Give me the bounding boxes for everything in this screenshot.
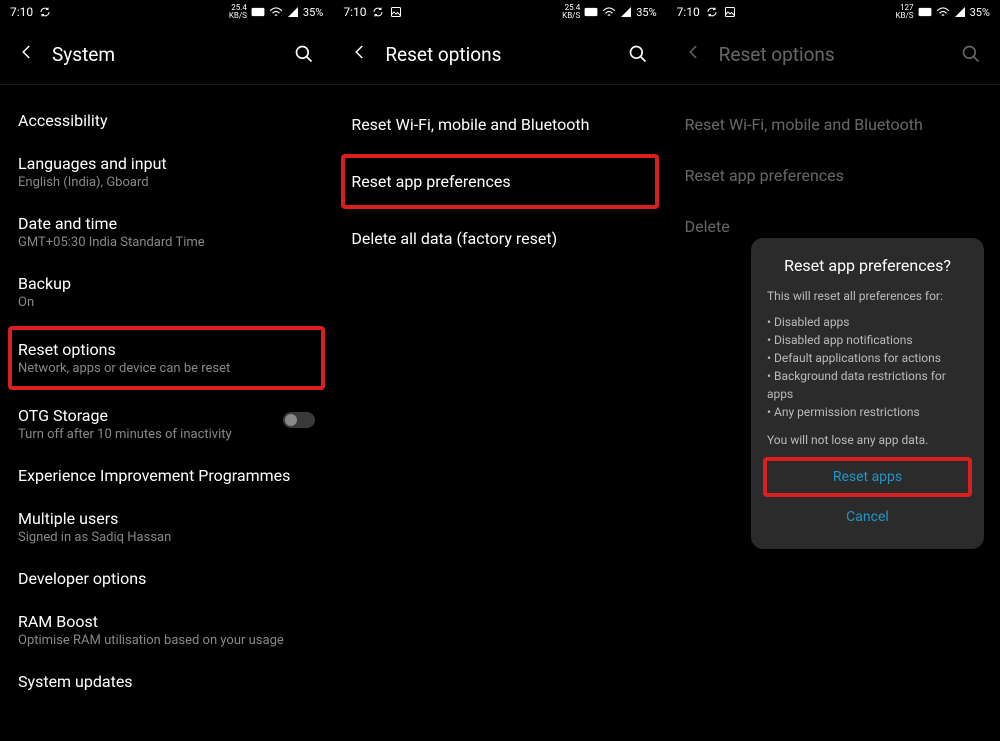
image-icon <box>390 6 402 18</box>
item-reset-wifi[interactable]: Reset Wi-Fi, mobile and Bluetooth <box>351 99 648 150</box>
item-languages-input[interactable]: Languages and input English (India), Gbo… <box>18 142 315 202</box>
status-bar: 7:10 25.4KB/S 35% <box>0 0 333 24</box>
item-subtitle: Optimise RAM utilisation based on your u… <box>18 633 315 648</box>
signal-icon <box>954 6 966 18</box>
search-icon[interactable] <box>293 43 315 65</box>
dialog-bullet-list: Disabled apps Disabled app notifications… <box>767 313 968 421</box>
dialog-note: You will not lose any app data. <box>767 431 968 449</box>
back-icon[interactable] <box>18 43 36 65</box>
item-title: RAM Boost <box>18 612 315 631</box>
wifi-icon <box>602 6 616 18</box>
dialog-bullet: Background data restrictions for apps <box>767 367 968 403</box>
highlight-reset-options: Reset options Network, apps or device ca… <box>8 326 325 390</box>
battery-text: 35% <box>636 6 656 19</box>
item-ram-boost[interactable]: RAM Boost Optimise RAM utilisation based… <box>18 600 315 660</box>
item-subtitle: English (India), Gboard <box>18 175 315 190</box>
highlight-reset-app-prefs: Reset app preferences <box>341 154 658 209</box>
item-developer-options[interactable]: Developer options <box>18 557 315 600</box>
dialog-intro: This will reset all preferences for: <box>767 287 968 305</box>
reset-options-screen: 7:10 25.4KB/S 35% Reset options Reset Wi… <box>333 0 666 741</box>
reset-apps-button[interactable]: Reset apps <box>763 457 972 497</box>
sync-icon <box>706 6 718 18</box>
dialog-bullet: Any permission restrictions <box>767 403 968 421</box>
back-icon[interactable] <box>685 43 703 65</box>
item-subtitle: On <box>18 295 315 310</box>
item-title: System updates <box>18 672 315 691</box>
item-system-updates[interactable]: System updates <box>18 660 315 703</box>
sync-icon <box>372 6 384 18</box>
status-bar: 7:10 127KB/S 35% <box>667 0 1000 24</box>
dialog-bullet: Disabled apps <box>767 313 968 331</box>
status-time: 7:10 <box>343 5 366 19</box>
item-title: OTG Storage <box>18 406 232 425</box>
battery-text: 35% <box>970 6 990 19</box>
image-icon <box>724 6 736 18</box>
item-subtitle: Signed in as Sadiq Hassan <box>18 530 315 545</box>
item-title: Accessibility <box>18 111 315 130</box>
dialog-title: Reset app preferences? <box>767 256 968 275</box>
header: System <box>0 24 333 84</box>
volte-icon <box>584 7 598 17</box>
item-backup[interactable]: Backup On <box>18 262 315 322</box>
reset-options-dialog-screen: 7:10 127KB/S 35% Reset options Reset Wi-… <box>667 0 1000 741</box>
search-icon[interactable] <box>627 43 649 65</box>
dialog-bullet: Disabled app notifications <box>767 331 968 349</box>
item-multiple-users[interactable]: Multiple users Signed in as Sadiq Hassan <box>18 497 315 557</box>
reset-app-preferences-dialog: Reset app preferences? This will reset a… <box>751 238 984 549</box>
network-speed: 127KB/S <box>896 4 914 20</box>
item-title: Date and time <box>18 214 315 233</box>
battery-text: 35% <box>303 6 323 19</box>
wifi-icon <box>269 6 283 18</box>
otg-toggle[interactable] <box>283 412 315 428</box>
item-accessibility[interactable]: Accessibility <box>18 99 315 142</box>
dialog-bullet: Default applications for actions <box>767 349 968 367</box>
item-subtitle: Turn off after 10 minutes of inactivity <box>18 427 232 442</box>
wifi-icon <box>936 6 950 18</box>
item-subtitle: Network, apps or device can be reset <box>18 361 315 376</box>
item-title: Backup <box>18 274 315 293</box>
divider <box>333 84 666 85</box>
network-speed: 25.4KB/S <box>229 4 247 20</box>
signal-icon <box>287 6 299 18</box>
item-title: Developer options <box>18 569 315 588</box>
item-experience-improvement[interactable]: Experience Improvement Programmes <box>18 454 315 497</box>
header: Reset options <box>667 24 1000 84</box>
page-title: System <box>52 43 277 66</box>
status-time: 7:10 <box>677 5 700 19</box>
item-title: Languages and input <box>18 154 315 173</box>
volte-icon <box>251 7 265 17</box>
item-otg-storage[interactable]: OTG Storage Turn off after 10 minutes of… <box>18 394 315 454</box>
cancel-button[interactable]: Cancel <box>767 499 968 535</box>
back-icon[interactable] <box>351 43 369 65</box>
item-title: Multiple users <box>18 509 315 528</box>
item-factory-reset[interactable]: Delete all data (factory reset) <box>351 213 648 264</box>
sync-icon <box>39 6 51 18</box>
network-speed: 25.4KB/S <box>562 4 580 20</box>
divider <box>667 84 1000 85</box>
search-icon[interactable] <box>960 43 982 65</box>
item-title: Reset options <box>18 340 315 359</box>
item-title: Experience Improvement Programmes <box>18 466 315 485</box>
page-title: Reset options <box>719 43 944 66</box>
system-settings-screen: 7:10 25.4KB/S 35% System Accessibility L… <box>0 0 333 741</box>
divider <box>0 84 333 85</box>
page-title: Reset options <box>385 43 610 66</box>
item-date-time[interactable]: Date and time GMT+05:30 India Standard T… <box>18 202 315 262</box>
status-time: 7:10 <box>10 5 33 19</box>
item-reset-wifi[interactable]: Reset Wi-Fi, mobile and Bluetooth <box>685 99 982 150</box>
item-reset-app-preferences[interactable]: Reset app preferences <box>351 172 648 191</box>
status-bar: 7:10 25.4KB/S 35% <box>333 0 666 24</box>
signal-icon <box>620 6 632 18</box>
header: Reset options <box>333 24 666 84</box>
volte-icon <box>918 7 932 17</box>
item-reset-app-preferences[interactable]: Reset app preferences <box>685 150 982 201</box>
item-reset-options[interactable]: Reset options Network, apps or device ca… <box>18 340 315 376</box>
item-subtitle: GMT+05:30 India Standard Time <box>18 235 315 250</box>
